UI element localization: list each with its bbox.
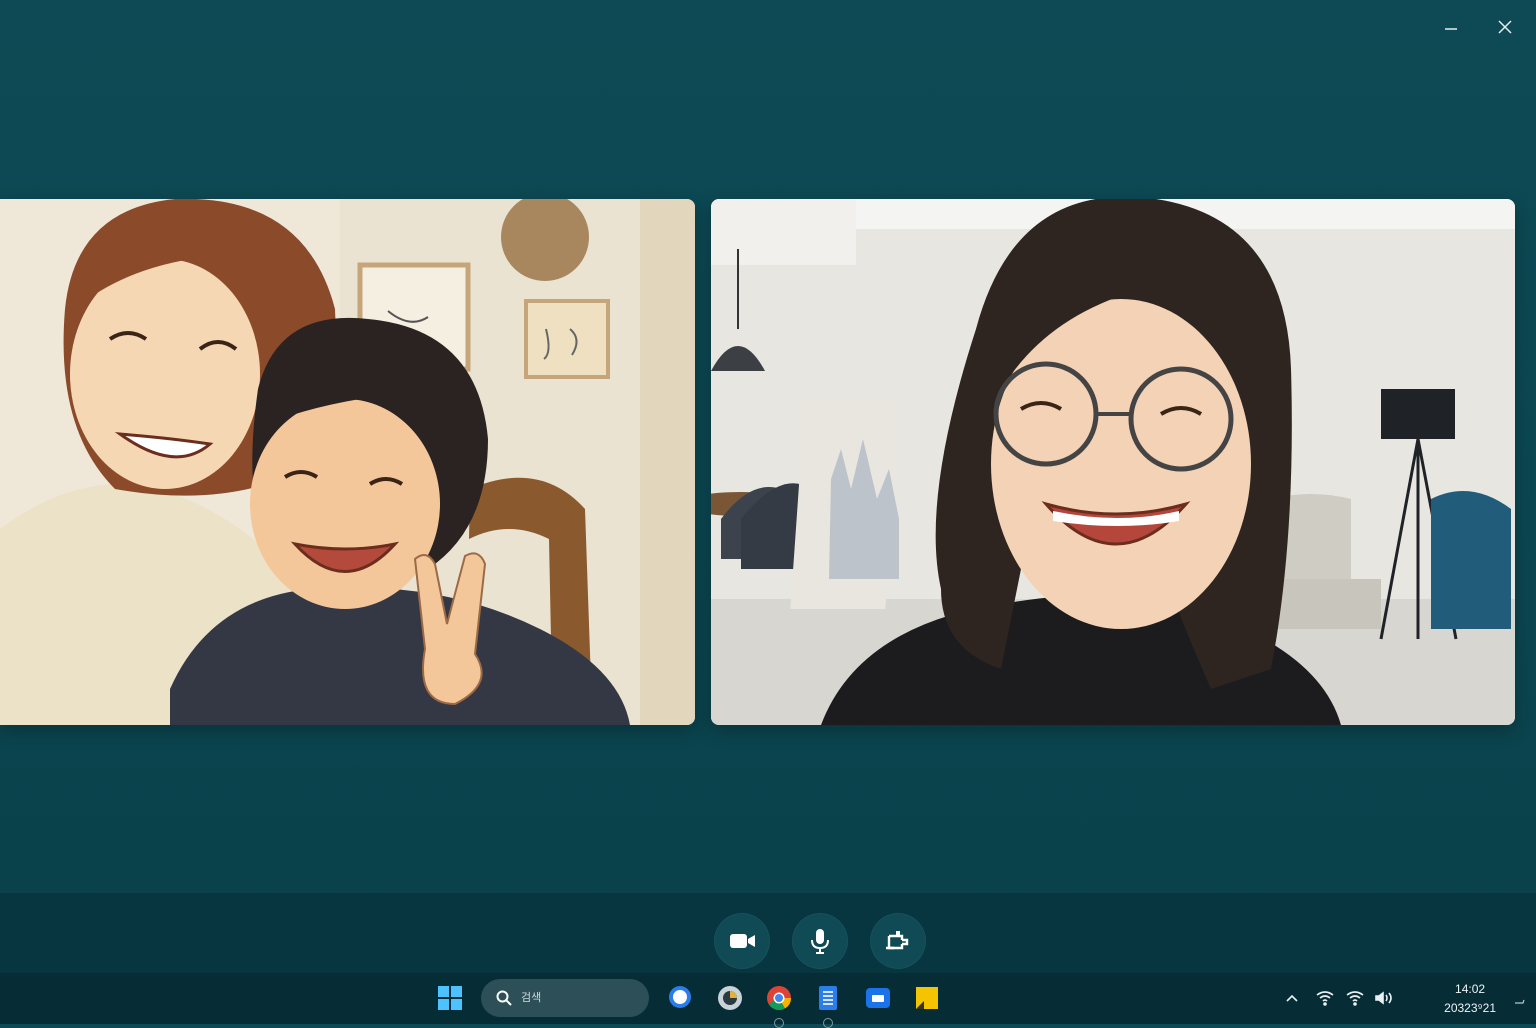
chat-icon bbox=[669, 986, 691, 1008]
tray-wifi[interactable] bbox=[1343, 987, 1367, 1009]
tray-volume[interactable] bbox=[1372, 987, 1396, 1009]
mail-icon bbox=[866, 988, 890, 1008]
chevron-up-icon bbox=[1286, 994, 1298, 1002]
files-icon bbox=[916, 987, 938, 1009]
taskbar-notes[interactable] bbox=[814, 984, 842, 1012]
taskbar-chat[interactable] bbox=[666, 984, 694, 1012]
close-icon bbox=[1498, 20, 1512, 34]
taskbar-mail[interactable] bbox=[864, 984, 892, 1012]
chrome-icon bbox=[767, 986, 791, 1011]
running-indicator bbox=[823, 1018, 833, 1028]
taskbar-clock[interactable]: 14:02 20323⁹21 bbox=[1444, 980, 1496, 1018]
notes-icon bbox=[819, 986, 837, 1010]
start-icon bbox=[438, 986, 462, 1010]
taskbar-app[interactable] bbox=[716, 984, 744, 1012]
search-icon bbox=[496, 990, 512, 1006]
participant-video-right bbox=[711, 199, 1515, 725]
clock-time: 14:02 bbox=[1455, 982, 1486, 996]
microphone-icon bbox=[811, 929, 829, 954]
wifi-icon bbox=[1346, 991, 1364, 1006]
tray-overflow-button[interactable] bbox=[1280, 987, 1304, 1009]
notification-icon[interactable] bbox=[1512, 992, 1526, 1006]
taskbar-search[interactable] bbox=[481, 979, 649, 1017]
minimize-icon bbox=[1445, 28, 1457, 30]
wifi-icon bbox=[1316, 991, 1334, 1006]
window-controls bbox=[1434, 12, 1522, 42]
participant-video-left bbox=[0, 199, 695, 725]
participant-tile-left[interactable] bbox=[0, 199, 695, 725]
camera-button[interactable] bbox=[714, 913, 770, 969]
share-screen-button[interactable] bbox=[870, 913, 926, 969]
app-icon bbox=[718, 986, 742, 1010]
tray-network[interactable] bbox=[1313, 987, 1337, 1009]
minimize-button[interactable] bbox=[1434, 12, 1468, 42]
video-camera-icon bbox=[730, 934, 755, 948]
taskbar-files[interactable] bbox=[913, 984, 941, 1012]
participant-tile-right[interactable] bbox=[711, 199, 1515, 725]
search-input[interactable] bbox=[519, 991, 633, 1005]
speaker-icon bbox=[1375, 991, 1392, 1005]
share-screen-icon bbox=[886, 931, 909, 950]
clock-date: 20323⁹21 bbox=[1444, 1001, 1496, 1015]
start-button[interactable] bbox=[436, 984, 464, 1012]
taskbar-chrome[interactable] bbox=[765, 984, 793, 1012]
close-button[interactable] bbox=[1488, 12, 1522, 42]
microphone-button[interactable] bbox=[792, 913, 848, 969]
running-indicator bbox=[774, 1018, 784, 1028]
